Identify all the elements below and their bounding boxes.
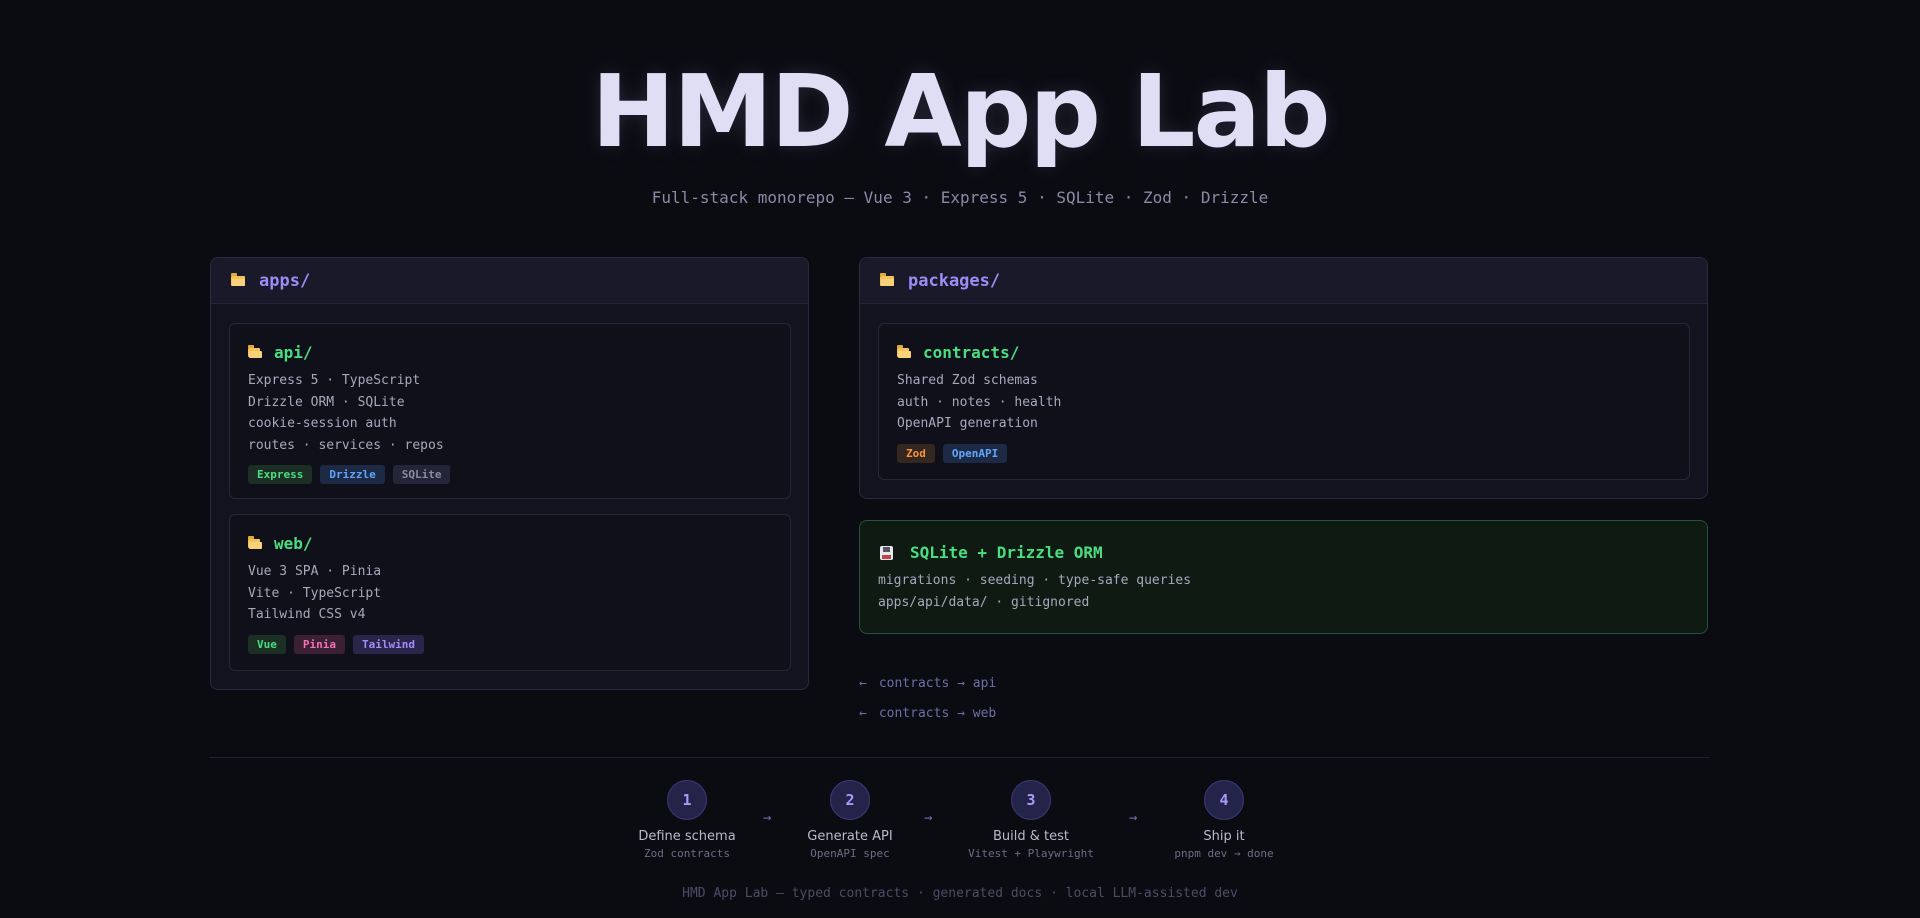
database-title: SQLite + Drizzle ORM	[910, 543, 1103, 562]
step-number: 2	[830, 780, 870, 820]
flow-link-text: contracts → api	[878, 675, 997, 691]
tag-tailwind: Tailwind	[353, 634, 424, 654]
step-3: 3 Build & test Vitest + Playwright	[921, 780, 1141, 860]
flow-link: ← contracts → web	[859, 698, 996, 728]
folder-icon	[248, 535, 262, 549]
step-title: Ship it	[1203, 829, 1245, 844]
flow-links: ← contracts → api ← contracts → web	[859, 668, 996, 728]
flow-link: ← contracts → api	[859, 668, 996, 698]
step-title: Build & test	[992, 829, 1069, 844]
card-line: Vue 3 SPA · Pinia	[248, 564, 382, 579]
packages-panel-header: packages/	[860, 258, 1707, 304]
divider	[209, 757, 1709, 758]
step-subtitle: pnpm dev → done	[1174, 847, 1274, 860]
tag-drizzle: Drizzle	[320, 465, 385, 484]
tag-express: Express	[248, 465, 313, 484]
folder-icon	[248, 344, 262, 358]
card-line: auth · notes · health	[897, 394, 1062, 410]
contracts-card: contracts/ Shared Zod schemas auth · not…	[878, 323, 1690, 480]
arrow-left-icon: ←	[859, 705, 867, 721]
tag-zod: Zod	[897, 443, 935, 463]
page-title: HMD App Lab	[591, 53, 1330, 170]
database-panel: SQLite + Drizzle ORM migrations · seedin…	[859, 520, 1708, 634]
footer-text: HMD App Lab — typed contracts · generate…	[682, 886, 1238, 901]
contracts-card-title: contracts/	[923, 342, 1020, 362]
tag-list: Zod OpenAPI	[897, 443, 1671, 463]
web-card: web/ Vue 3 SPA · Pinia Vite · TypeScript…	[229, 514, 791, 671]
step-number: 3	[1011, 780, 1051, 820]
folder-icon	[897, 344, 911, 358]
floppy-disk-icon	[880, 545, 893, 560]
step-number: 1	[667, 780, 707, 820]
database-header: SQLite + Drizzle ORM	[878, 543, 1689, 562]
card-line: Tailwind CSS v4	[248, 607, 366, 622]
card-line: Drizzle ORM · SQLite	[248, 394, 405, 410]
arrow-left-icon: ←	[859, 675, 867, 691]
card-line: Vite · TypeScript	[248, 585, 382, 601]
step-number: 4	[1204, 780, 1244, 820]
step-subtitle: Vitest + Playwright	[968, 847, 1094, 860]
flow-link-text: contracts → web	[878, 705, 997, 721]
tag-list: Express Drizzle SQLite	[248, 465, 772, 484]
api-card-header: api/	[248, 342, 772, 362]
folder-icon	[231, 272, 245, 286]
card-line: routes · services · repos	[248, 437, 444, 453]
page: HMD App Lab Full-stack monorepo — Vue 3 …	[0, 0, 1920, 918]
tag-pinia: Pinia	[293, 634, 345, 654]
web-card-header: web/	[248, 533, 772, 553]
apps-panel-header: apps/	[211, 258, 808, 304]
card-line: cookie-session auth	[248, 416, 397, 431]
api-card: api/ Express 5 · TypeScript Drizzle ORM …	[229, 323, 791, 499]
page-subtitle: Full-stack monorepo — Vue 3 · Express 5 …	[651, 188, 1269, 207]
packages-panel: packages/ contracts/ Shared Zod schemas …	[859, 257, 1708, 499]
api-card-title: api/	[274, 342, 313, 362]
tag-sqlite: SQLite	[392, 465, 451, 484]
tag-vue: Vue	[248, 634, 286, 654]
apps-panel-title: apps/	[259, 270, 311, 291]
folder-icon	[880, 272, 894, 286]
tag-openapi: OpenAPI	[942, 443, 1008, 463]
tag-list: Vue Pinia Tailwind	[248, 634, 772, 654]
database-line: apps/api/data/ · gitignored	[878, 594, 1090, 610]
database-line: migrations · seeding · type-safe queries	[878, 573, 1192, 588]
card-line: Express 5 · TypeScript	[248, 373, 421, 388]
packages-panel-title: packages/	[908, 270, 1001, 291]
apps-panel: apps/ api/ Express 5 · TypeScript Drizzl…	[210, 257, 809, 690]
step-4: 4 Ship it pnpm dev → done	[1114, 780, 1334, 860]
card-line: OpenAPI generation	[897, 416, 1038, 431]
web-card-title: web/	[274, 533, 313, 553]
card-line: Shared Zod schemas	[897, 373, 1038, 388]
contracts-card-header: contracts/	[897, 342, 1671, 362]
